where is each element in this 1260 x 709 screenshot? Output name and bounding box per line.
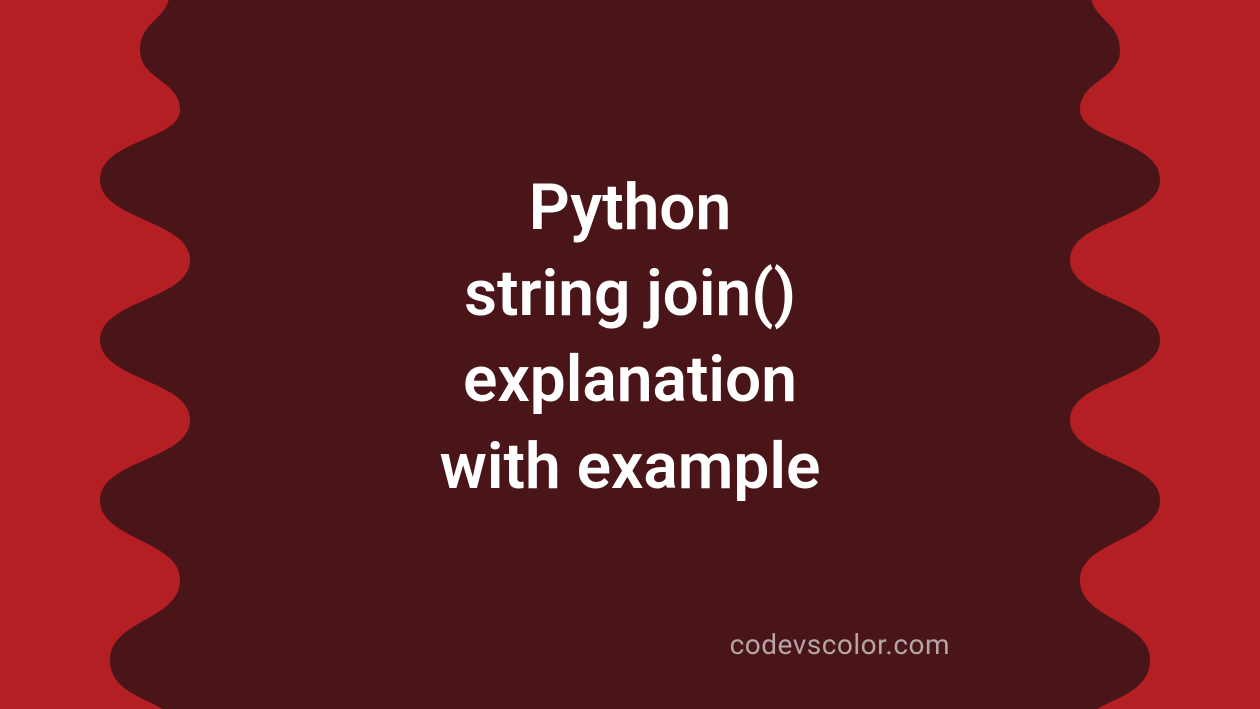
main-title: Python string join() explanation with ex… (440, 164, 821, 510)
site-label: codevscolor.com (730, 628, 950, 661)
